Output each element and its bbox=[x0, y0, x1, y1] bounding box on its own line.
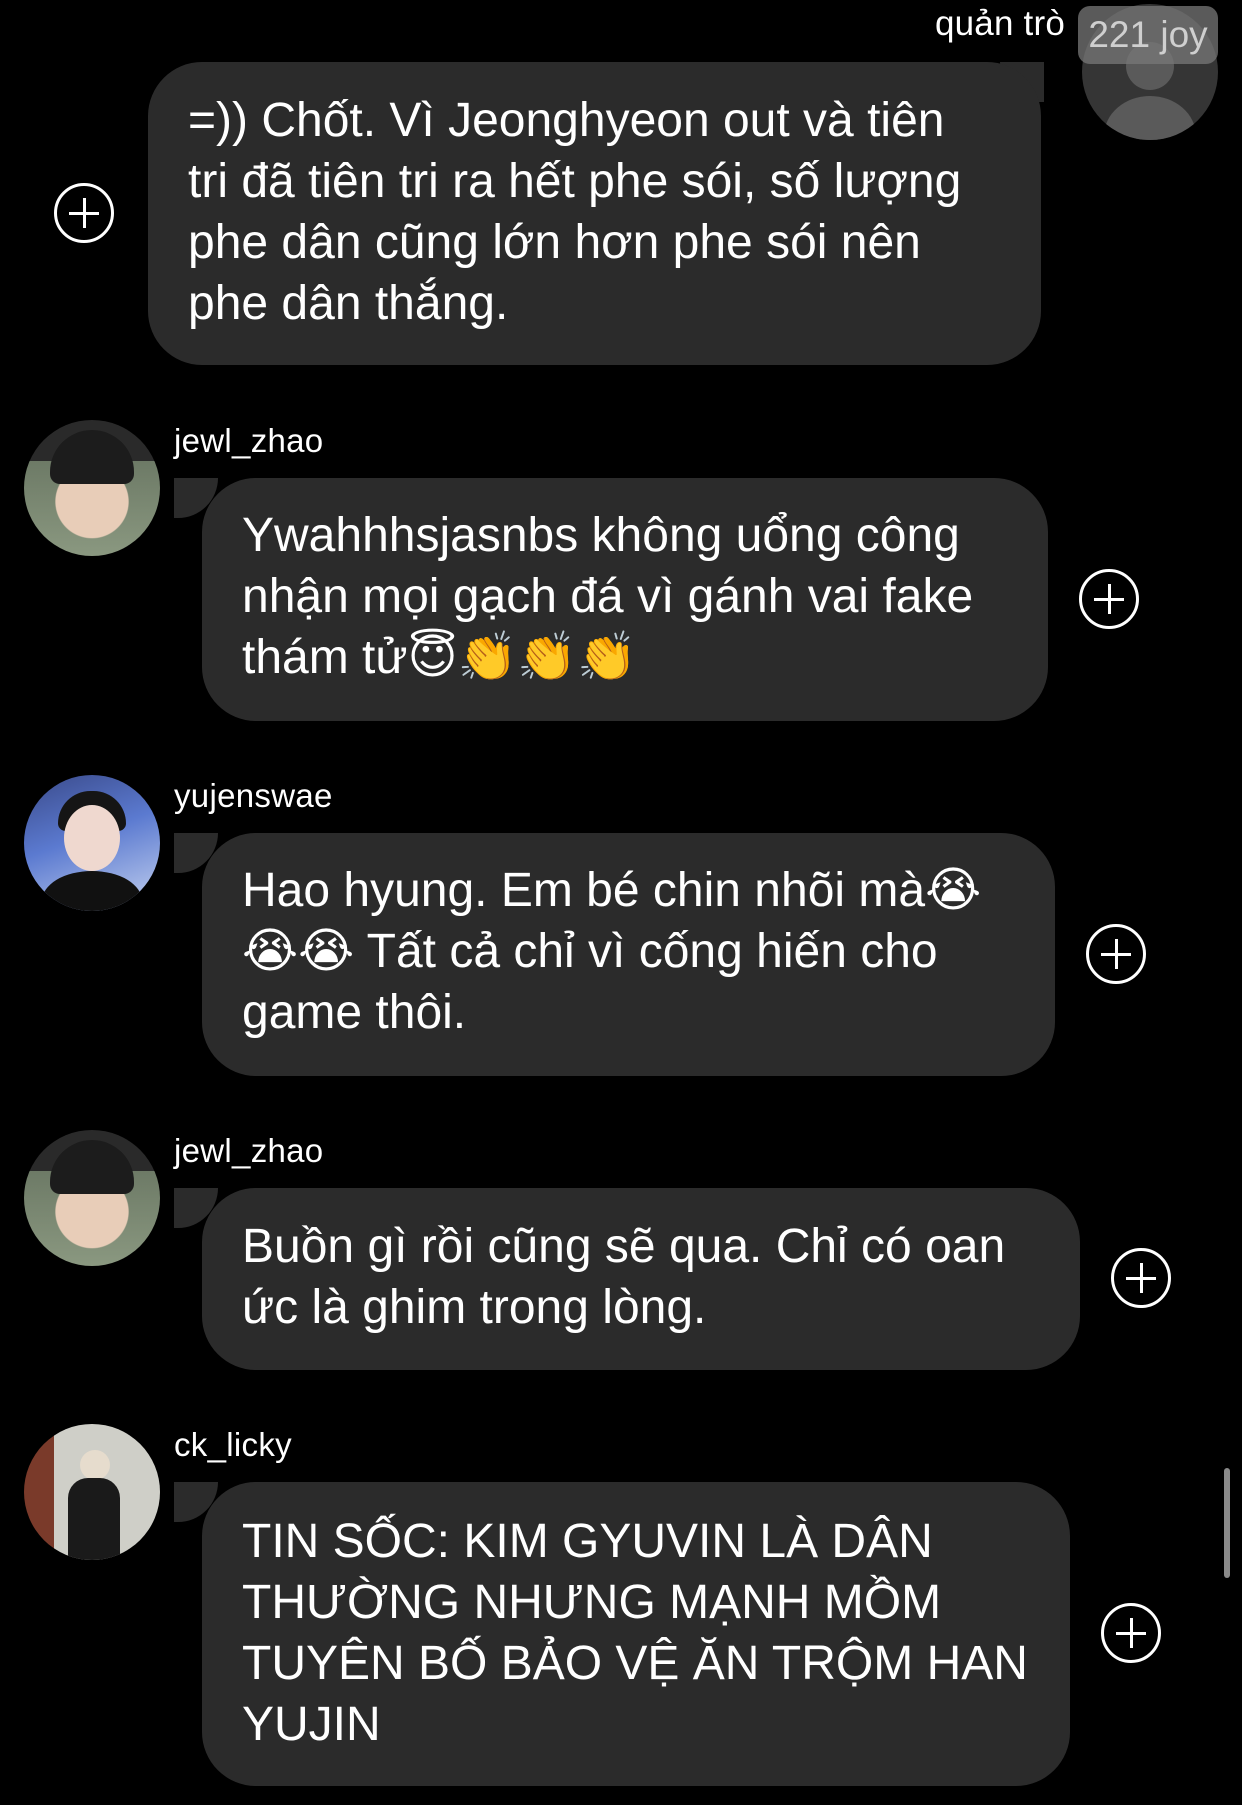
message-line: Ywahhhsjasnbs không uổng công bbox=[242, 509, 960, 562]
add-reaction-icon[interactable] bbox=[1079, 569, 1139, 629]
message-line: Buồn gì rồi cũng sẽ qua. Chỉ có oan bbox=[242, 1220, 1006, 1273]
avatar-hair bbox=[50, 1140, 134, 1194]
user-avatar[interactable] bbox=[24, 1130, 160, 1266]
user-avatar[interactable] bbox=[24, 420, 160, 556]
message-line: tri đã tiên tri ra hết phe sói, số lượng bbox=[188, 155, 962, 208]
message-line: Hao hyung. Em bé chin nhõi mà😭 bbox=[242, 864, 982, 917]
host-username: quản trò bbox=[934, 4, 1065, 43]
avatar-hair bbox=[50, 430, 134, 484]
host-tag-badge: 221 joy bbox=[1078, 6, 1218, 64]
add-reaction-icon[interactable] bbox=[1111, 1248, 1171, 1308]
message-line: ức là ghim trong lòng. bbox=[242, 1281, 707, 1334]
add-reaction-icon[interactable] bbox=[1086, 924, 1146, 984]
add-reaction-icon[interactable] bbox=[54, 183, 114, 243]
user-avatar[interactable] bbox=[24, 775, 160, 911]
message-line: phe dân cũng lớn hơn phe sói nên bbox=[188, 216, 921, 269]
message-line: TUYÊN BỐ BẢO VỆ ĂN TRỘM HAN bbox=[242, 1637, 1028, 1690]
message-line: 😭😭 Tất cả chỉ vì cống hiến cho bbox=[242, 925, 938, 978]
message-username[interactable]: jewl_zhao bbox=[174, 1132, 323, 1170]
message-bubble: Ywahhhsjasnbs không uổng công nhận mọi g… bbox=[202, 478, 1048, 721]
avatar-body bbox=[42, 871, 142, 911]
chat-screen: quản trò 221 joy =)) Chốt. Vì Jeonghyeon… bbox=[0, 0, 1242, 1805]
user-avatar[interactable] bbox=[24, 1424, 160, 1560]
add-reaction-icon[interactable] bbox=[1101, 1603, 1161, 1663]
message-bubble: TIN SỐC: KIM GYUVIN LÀ DÂN THƯỜNG NHƯNG … bbox=[202, 1482, 1070, 1786]
message-line: =)) Chốt. Vì Jeonghyeon out và tiên bbox=[188, 94, 945, 147]
message-line: game thôi. bbox=[242, 986, 467, 1039]
message-line: THƯỜNG NHƯNG MẠNH MỒM bbox=[242, 1576, 942, 1629]
avatar-body bbox=[68, 1478, 120, 1560]
message-username[interactable]: yujenswae bbox=[174, 777, 333, 815]
message-username[interactable]: ck_licky bbox=[174, 1426, 292, 1464]
message-line: YUJIN bbox=[242, 1698, 381, 1751]
message-bubble: =)) Chốt. Vì Jeonghyeon out và tiên tri … bbox=[148, 62, 1041, 365]
message-line: thám tử😇👏👏👏 bbox=[242, 631, 637, 684]
avatar-face bbox=[64, 805, 120, 871]
message-username[interactable]: jewl_zhao bbox=[174, 422, 323, 460]
message-line: nhận mọi gạch đá vì gánh vai fake bbox=[242, 570, 974, 623]
message-line: TIN SỐC: KIM GYUVIN LÀ DÂN bbox=[242, 1515, 933, 1568]
avatar-head bbox=[80, 1450, 110, 1480]
default-avatar-shoulders bbox=[1104, 96, 1196, 140]
message-bubble: Buồn gì rồi cũng sẽ qua. Chỉ có oan ức l… bbox=[202, 1188, 1080, 1370]
message-bubble: Hao hyung. Em bé chin nhõi mà😭 😭😭 Tất cả… bbox=[202, 833, 1055, 1076]
scrollbar-thumb[interactable] bbox=[1224, 1468, 1230, 1578]
message-line: phe dân thắng. bbox=[188, 277, 509, 330]
